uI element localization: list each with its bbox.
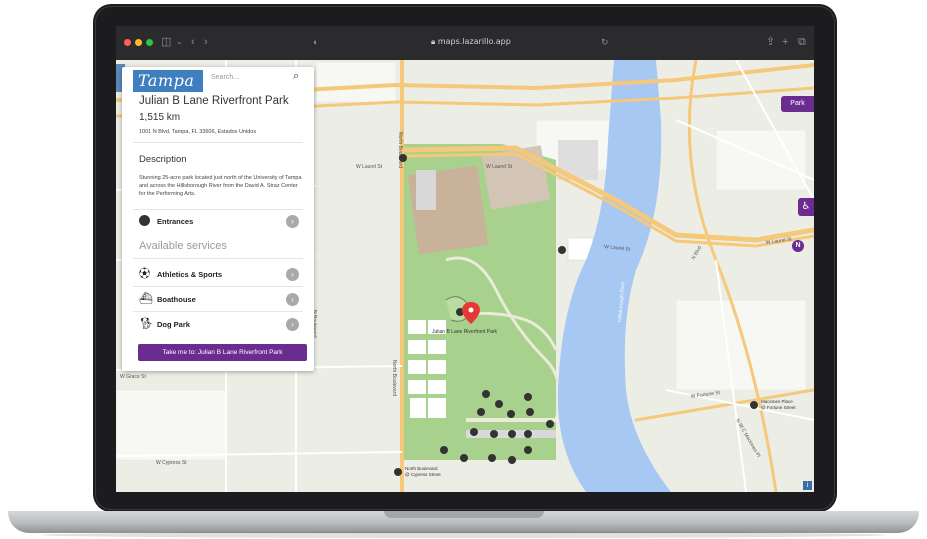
browser-toolbar: ◫ ⌄ ‹ › ◐ 🔒︎ maps.lazarillo.app ↻ ⇪ + ⧉ xyxy=(116,26,814,60)
available-services-heading: Available services xyxy=(139,240,227,252)
divider xyxy=(133,209,303,210)
w-cypress-st-label: W Cypress St xyxy=(156,460,187,466)
ball-icon: ⚽︎ xyxy=(139,268,150,280)
north-boulevard-label-1: North Boulevard xyxy=(397,132,403,168)
parking-marker xyxy=(558,246,566,254)
entrance-marker xyxy=(477,408,485,416)
chevron-right-icon[interactable]: › xyxy=(286,318,299,331)
entrance-marker xyxy=(495,400,503,408)
parking-marker xyxy=(524,430,532,438)
info-button[interactable]: i xyxy=(803,481,812,490)
service-row-boathouse[interactable]: ⛴︎ Boathouse › xyxy=(133,290,305,310)
divider xyxy=(133,286,303,287)
chevron-right-icon[interactable]: › xyxy=(286,215,299,228)
maximize-window-button[interactable] xyxy=(146,39,153,46)
back-icon[interactable]: ‹ xyxy=(191,35,195,49)
description-heading: Description xyxy=(139,154,187,165)
close-window-button[interactable] xyxy=(124,39,131,46)
service-label: Boathouse xyxy=(157,295,196,304)
entrance-dot-icon xyxy=(139,215,151,227)
screen: ◫ ⌄ ‹ › ◐ 🔒︎ maps.lazarillo.app ↻ ⇪ + ⧉ xyxy=(116,26,814,492)
service-label: Dog Park xyxy=(157,320,190,329)
service-row-athletics[interactable]: ⚽︎ Athletics & Sports › xyxy=(133,265,305,285)
chevron-right-icon[interactable]: › xyxy=(286,268,299,281)
parking-marker xyxy=(508,430,516,438)
entrance-marker xyxy=(507,410,515,418)
minimize-window-button[interactable] xyxy=(135,39,142,46)
north-boulevard-label-2: North Boulevard xyxy=(391,360,397,396)
svg-text:Macinnes Place: Macinnes Place xyxy=(761,399,793,404)
lock-icon: 🔒︎ xyxy=(431,37,438,46)
svg-text:@ Fortune Street: @ Fortune Street xyxy=(761,405,796,410)
service-label: Athletics & Sports xyxy=(157,270,223,279)
take-me-to-button[interactable]: Take me to: Julian B Lane Riverfront Par… xyxy=(138,344,307,361)
entrance-marker xyxy=(546,420,554,428)
divider xyxy=(133,142,303,143)
entrance-marker xyxy=(524,393,532,401)
dog-icon: 🐕︎ xyxy=(139,318,153,330)
boat-icon: ⛴︎ xyxy=(139,293,153,305)
city-logo: Tampa xyxy=(133,70,203,92)
privacy-shield-icon[interactable]: ◐ xyxy=(313,35,318,49)
sidebar-toggle-icon[interactable]: ◫ xyxy=(161,35,171,49)
chevron-right-icon[interactable]: › xyxy=(286,293,299,306)
parking-marker xyxy=(488,454,496,462)
w-laurel-st-label-1: W Laurel St xyxy=(356,164,383,170)
w-grace-st-label: W Grace St xyxy=(120,374,146,380)
address-bar[interactable]: 🔒︎ maps.lazarillo.app xyxy=(431,37,511,47)
search-icon[interactable]: ⌕ xyxy=(293,70,299,83)
reload-icon[interactable]: ↻ xyxy=(601,35,609,49)
park-filter-button[interactable]: Park xyxy=(781,96,814,112)
svg-text:@ Cypress Street: @ Cypress Street xyxy=(405,472,441,477)
divider xyxy=(133,258,303,259)
entrances-label: Entrances xyxy=(157,217,194,226)
compass-button[interactable]: N xyxy=(792,240,804,252)
new-tab-icon[interactable]: + xyxy=(782,35,788,49)
divider xyxy=(133,311,303,312)
parking-marker xyxy=(470,428,478,436)
search-input[interactable]: Search... xyxy=(211,74,291,81)
place-address: 1001 N Blvd, Tampa, FL 33606, Estados Un… xyxy=(139,129,257,135)
laptop-notch xyxy=(384,511,544,518)
w-laurel-st-label-2: W Laurel St xyxy=(486,164,513,170)
svg-text:North Boulevard: North Boulevard xyxy=(405,466,438,471)
entrance-marker xyxy=(399,154,407,162)
parking-marker xyxy=(508,456,516,464)
parking-marker xyxy=(460,454,468,462)
place-distance: 1,515 km xyxy=(139,112,181,123)
parking-marker xyxy=(524,446,532,454)
entrance-marker xyxy=(482,390,490,398)
accessibility-button[interactable]: ♿︎ xyxy=(798,198,814,216)
parking-marker xyxy=(490,430,498,438)
wheelchair-icon: ♿︎ xyxy=(801,201,811,212)
entrance-marker xyxy=(526,408,534,416)
entrances-row[interactable]: Entrances › xyxy=(133,212,305,232)
place-title: Julian B Lane Riverfront Park xyxy=(139,95,289,107)
laptop-shadow xyxy=(40,532,887,538)
address-bar-url: maps.lazarillo.app xyxy=(437,37,511,46)
tab-overview-icon[interactable]: ⧉ xyxy=(798,35,806,49)
share-icon[interactable]: ⇪ xyxy=(766,35,775,49)
description-text: Stunning 25-acre park located just north… xyxy=(139,175,302,197)
park-marker-label: Julian B Lane Riverfront Park xyxy=(432,329,498,335)
parking-marker xyxy=(440,446,448,454)
chevron-down-icon[interactable]: ⌄ xyxy=(176,35,183,49)
service-row-dog-park[interactable]: 🐕︎ Dog Park › xyxy=(133,315,305,335)
forward-icon[interactable]: › xyxy=(204,35,208,49)
laptop-mockup: ◫ ⌄ ‹ › ◐ 🔒︎ maps.lazarillo.app ↻ ⇪ + ⧉ xyxy=(0,0,927,539)
